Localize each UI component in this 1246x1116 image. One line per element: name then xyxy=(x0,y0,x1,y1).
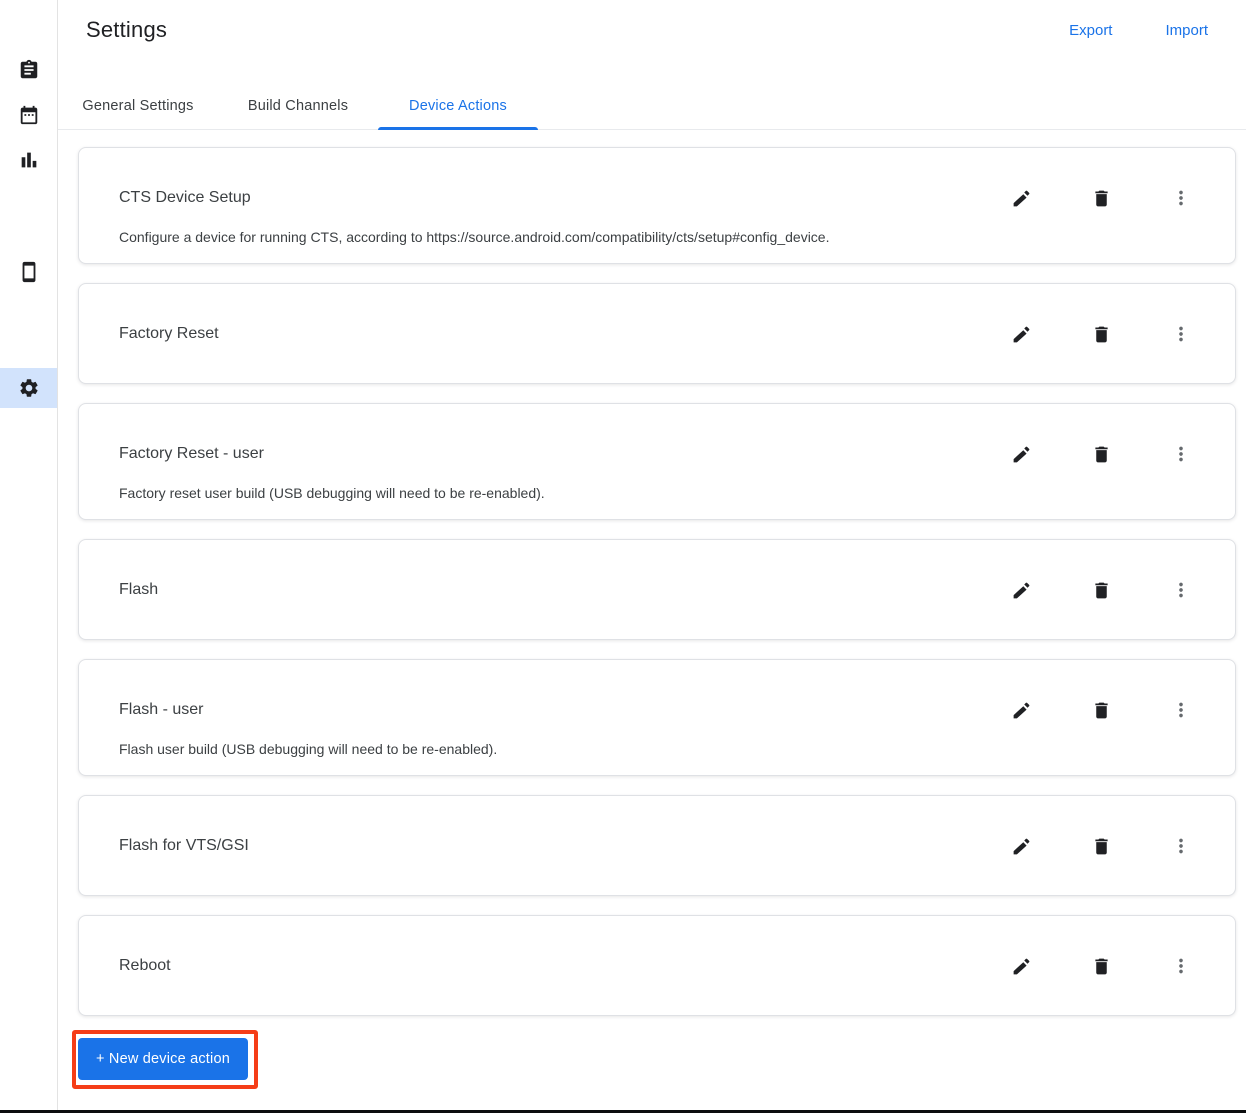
bar-chart-icon xyxy=(18,149,40,171)
device-action-buttons xyxy=(1009,186,1193,210)
gear-icon xyxy=(18,377,40,399)
device-action-buttons xyxy=(1009,954,1193,978)
device-action-description: Flash user build (USB debugging will nee… xyxy=(119,741,498,757)
sidebar xyxy=(0,0,58,1110)
sidebar-item-smartphone[interactable] xyxy=(0,252,57,292)
device-action-title-row: Flash xyxy=(119,578,1195,602)
tab-bar: General Settings Build Channels Device A… xyxy=(58,82,1246,130)
more-vert-icon[interactable] xyxy=(1169,834,1193,858)
edit-pencil-icon[interactable] xyxy=(1009,322,1033,346)
device-action-buttons xyxy=(1009,834,1193,858)
delete-trash-icon[interactable] xyxy=(1089,834,1113,858)
edit-pencil-icon[interactable] xyxy=(1009,186,1033,210)
delete-trash-icon[interactable] xyxy=(1089,578,1113,602)
page-title: Settings xyxy=(86,17,168,42)
edit-pencil-icon[interactable] xyxy=(1009,578,1033,602)
edit-pencil-icon[interactable] xyxy=(1009,834,1033,858)
window-bottom-edge xyxy=(0,1110,1246,1113)
more-vert-icon[interactable] xyxy=(1169,954,1193,978)
device-action-title-row: Factory Reset - user xyxy=(119,442,1195,466)
smartphone-icon xyxy=(18,261,40,283)
device-action-description: Factory reset user build (USB debugging … xyxy=(119,485,545,501)
device-action-card: Factory Reset - user Factory reset user … xyxy=(78,403,1236,520)
more-vert-icon[interactable] xyxy=(1169,442,1193,466)
device-action-title: Flash xyxy=(119,581,159,598)
import-link[interactable]: Import xyxy=(1165,22,1208,39)
delete-trash-icon[interactable] xyxy=(1089,954,1113,978)
export-link[interactable]: Export xyxy=(1069,22,1112,39)
header-links: Export Import xyxy=(1069,22,1208,39)
device-action-title: Flash - user xyxy=(119,701,204,718)
tab-general-settings[interactable]: General Settings xyxy=(58,82,218,130)
sidebar-item-clipboard[interactable] xyxy=(0,50,57,90)
device-action-title-row: Flash for VTS/GSI xyxy=(119,834,1195,858)
device-action-title: Factory Reset - user xyxy=(119,445,264,462)
device-action-list: CTS Device Setup Configure a device for … xyxy=(58,130,1246,1089)
device-action-buttons xyxy=(1009,322,1193,346)
more-vert-icon[interactable] xyxy=(1169,186,1193,210)
device-action-title-row: Factory Reset xyxy=(119,322,1195,346)
device-action-card: Flash for VTS/GSI xyxy=(78,795,1236,896)
sidebar-item-calendar[interactable] xyxy=(0,95,57,135)
tab-device-actions[interactable]: Device Actions xyxy=(378,82,538,130)
delete-trash-icon[interactable] xyxy=(1089,442,1113,466)
sidebar-item-bar-chart[interactable] xyxy=(0,140,57,180)
device-action-card: Reboot xyxy=(78,915,1236,1016)
edit-pencil-icon[interactable] xyxy=(1009,698,1033,722)
page-header: Settings Export Import xyxy=(58,0,1246,43)
device-action-title: CTS Device Setup xyxy=(119,189,251,206)
edit-pencil-icon[interactable] xyxy=(1009,954,1033,978)
device-action-title-row: Reboot xyxy=(119,954,1195,978)
delete-trash-icon[interactable] xyxy=(1089,186,1113,210)
device-action-buttons xyxy=(1009,578,1193,602)
device-action-buttons xyxy=(1009,698,1193,722)
device-action-description: Configure a device for running CTS, acco… xyxy=(119,229,830,245)
device-action-card: CTS Device Setup Configure a device for … xyxy=(78,147,1236,264)
device-action-buttons xyxy=(1009,442,1193,466)
more-vert-icon[interactable] xyxy=(1169,578,1193,602)
clipboard-icon xyxy=(18,59,40,81)
tab-build-channels[interactable]: Build Channels xyxy=(218,82,378,130)
device-action-title-row: CTS Device Setup xyxy=(119,186,1195,210)
calendar-icon xyxy=(18,104,40,126)
main-content: Settings Export Import General Settings … xyxy=(58,0,1246,1116)
device-action-card: Flash - user Flash user build (USB debug… xyxy=(78,659,1236,776)
device-action-card: Factory Reset xyxy=(78,283,1236,384)
device-action-title: Factory Reset xyxy=(119,325,219,342)
new-device-action-button[interactable]: + New device action xyxy=(78,1038,248,1080)
delete-trash-icon[interactable] xyxy=(1089,322,1113,346)
device-action-title-row: Flash - user xyxy=(119,698,1195,722)
sidebar-item-gear[interactable] xyxy=(0,368,57,408)
device-action-card: Flash xyxy=(78,539,1236,640)
more-vert-icon[interactable] xyxy=(1169,698,1193,722)
device-action-title: Reboot xyxy=(119,957,171,974)
annotation-highlight-box: + New device action xyxy=(72,1030,258,1089)
delete-trash-icon[interactable] xyxy=(1089,698,1113,722)
more-vert-icon[interactable] xyxy=(1169,322,1193,346)
device-action-title: Flash for VTS/GSI xyxy=(119,837,249,854)
edit-pencil-icon[interactable] xyxy=(1009,442,1033,466)
